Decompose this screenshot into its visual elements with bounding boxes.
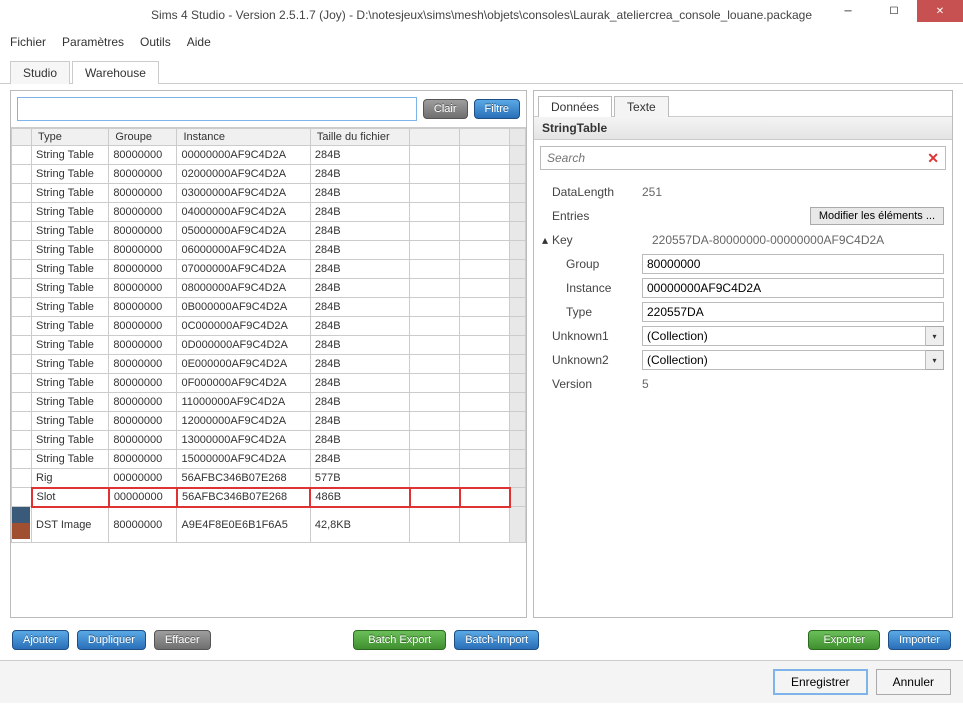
prop-val-datalength: 251 xyxy=(642,185,944,199)
resource-table[interactable]: Type Groupe Instance Taille du fichier S… xyxy=(11,128,526,543)
menu-file[interactable]: Fichier xyxy=(10,35,46,49)
col-scroll xyxy=(510,129,526,146)
table-row[interactable]: String Table8000000008000000AF9C4D2A284B xyxy=(12,279,526,298)
prop-input-instance[interactable] xyxy=(642,278,944,298)
resource-list-panel: Clair Filtre Type Groupe Instance Taille… xyxy=(10,90,527,618)
prop-input-type[interactable] xyxy=(642,302,944,322)
dialog-buttons: Enregistrer Annuler xyxy=(0,660,963,703)
prop-input-unk2[interactable] xyxy=(642,350,926,370)
import-button[interactable]: Importer xyxy=(888,630,951,650)
col-extra1[interactable] xyxy=(410,129,460,146)
col-type[interactable]: Type xyxy=(32,129,109,146)
batch-import-button[interactable]: Batch-Import xyxy=(454,630,539,650)
menu-tools[interactable]: Outils xyxy=(140,35,171,49)
table-row[interactable]: String Table8000000000000000AF9C4D2A284B xyxy=(12,146,526,165)
prop-val-key: 220557DA-80000000-00000000AF9C4D2A xyxy=(652,233,944,247)
table-row[interactable]: String Table8000000005000000AF9C4D2A284B xyxy=(12,222,526,241)
prop-input-unk1[interactable] xyxy=(642,326,926,346)
prop-val-version: 5 xyxy=(642,377,944,391)
main-tabs: Studio Warehouse xyxy=(0,60,963,84)
titlebar: Sims 4 Studio - Version 2.5.1.7 (Joy) - … xyxy=(0,0,963,30)
window-title: Sims 4 Studio - Version 2.5.1.7 (Joy) - … xyxy=(0,8,963,22)
table-row[interactable]: String Table800000000D000000AF9C4D2A284B xyxy=(12,336,526,355)
close-button[interactable]: ✕ xyxy=(917,0,963,22)
combo-btn-unk1[interactable]: ▾ xyxy=(926,326,944,346)
menubar: Fichier Paramètres Outils Aide xyxy=(0,30,963,54)
clear-filter-button[interactable]: Clair xyxy=(423,99,468,119)
minimize-button[interactable]: ─ xyxy=(825,0,871,22)
table-row[interactable]: String Table800000000B000000AF9C4D2A284B xyxy=(12,298,526,317)
duplicate-button[interactable]: Dupliquer xyxy=(77,630,146,650)
table-row[interactable]: String Table800000000F000000AF9C4D2A284B xyxy=(12,374,526,393)
save-button[interactable]: Enregistrer xyxy=(773,669,868,695)
modify-entries-button[interactable]: Modifier les éléments ... xyxy=(810,207,944,225)
clear-search-icon[interactable]: ✕ xyxy=(927,150,939,167)
action-bar: Ajouter Dupliquer Effacer Batch Export B… xyxy=(0,624,963,656)
delete-button[interactable]: Effacer xyxy=(154,630,211,650)
tab-warehouse[interactable]: Warehouse xyxy=(72,61,159,84)
prop-label-datalength: DataLength xyxy=(542,185,642,199)
prop-label-type: Type xyxy=(542,305,642,319)
col-size[interactable]: Taille du fichier xyxy=(310,129,409,146)
menu-help[interactable]: Aide xyxy=(187,35,211,49)
filter-button[interactable]: Filtre xyxy=(474,99,520,119)
prop-label-key: Key xyxy=(552,233,652,247)
combo-btn-unk2[interactable]: ▾ xyxy=(926,350,944,370)
property-search-input[interactable] xyxy=(547,151,927,165)
menu-params[interactable]: Paramètres xyxy=(62,35,124,49)
col-icon[interactable] xyxy=(12,129,32,146)
table-row[interactable]: Slot0000000056AFBC346B07E268486B xyxy=(12,488,526,507)
table-row[interactable]: String Table8000000012000000AF9C4D2A284B xyxy=(12,412,526,431)
table-row[interactable]: String Table8000000004000000AF9C4D2A284B xyxy=(12,203,526,222)
key-expand-icon[interactable]: ▴ xyxy=(542,233,552,247)
panel-title: StringTable xyxy=(534,117,952,140)
property-panel: Données Texte StringTable ✕ DataLength 2… xyxy=(533,90,953,618)
col-extra2[interactable] xyxy=(460,129,510,146)
table-row[interactable]: String Table8000000006000000AF9C4D2A284B xyxy=(12,241,526,260)
add-button[interactable]: Ajouter xyxy=(12,630,69,650)
prop-label-version: Version xyxy=(542,377,642,391)
maximize-button[interactable]: ☐ xyxy=(871,0,917,22)
batch-export-button[interactable]: Batch Export xyxy=(353,630,446,650)
prop-label-unk1: Unknown1 xyxy=(542,329,642,343)
table-row[interactable]: String Table8000000013000000AF9C4D2A284B xyxy=(12,431,526,450)
table-row[interactable]: String Table8000000007000000AF9C4D2A284B xyxy=(12,260,526,279)
prop-label-group: Group xyxy=(542,257,642,271)
table-row[interactable]: String Table8000000002000000AF9C4D2A284B xyxy=(12,165,526,184)
export-button[interactable]: Exporter xyxy=(808,630,880,650)
table-row[interactable]: String Table8000000003000000AF9C4D2A284B xyxy=(12,184,526,203)
prop-label-instance: Instance xyxy=(542,281,642,295)
col-group[interactable]: Groupe xyxy=(109,129,177,146)
tab-data[interactable]: Données xyxy=(538,96,612,117)
table-row[interactable]: String Table8000000015000000AF9C4D2A284B xyxy=(12,450,526,469)
table-row[interactable]: String Table8000000011000000AF9C4D2A284B xyxy=(12,393,526,412)
prop-input-group[interactable] xyxy=(642,254,944,274)
table-row[interactable]: String Table800000000C000000AF9C4D2A284B xyxy=(12,317,526,336)
table-row[interactable]: DST Image80000000A9E4F8E0E6B1F6A542,8KB xyxy=(12,507,526,543)
property-search-box[interactable]: ✕ xyxy=(540,146,946,170)
col-instance[interactable]: Instance xyxy=(177,129,310,146)
tab-text[interactable]: Texte xyxy=(614,96,669,117)
thumbnail-icon xyxy=(12,507,30,539)
filter-input[interactable] xyxy=(17,97,417,121)
prop-label-entries: Entries xyxy=(542,209,642,223)
prop-label-unk2: Unknown2 xyxy=(542,353,642,367)
tab-studio[interactable]: Studio xyxy=(10,61,70,84)
cancel-button[interactable]: Annuler xyxy=(876,669,951,695)
table-row[interactable]: Rig0000000056AFBC346B07E268577B xyxy=(12,469,526,488)
table-row[interactable]: String Table800000000E000000AF9C4D2A284B xyxy=(12,355,526,374)
